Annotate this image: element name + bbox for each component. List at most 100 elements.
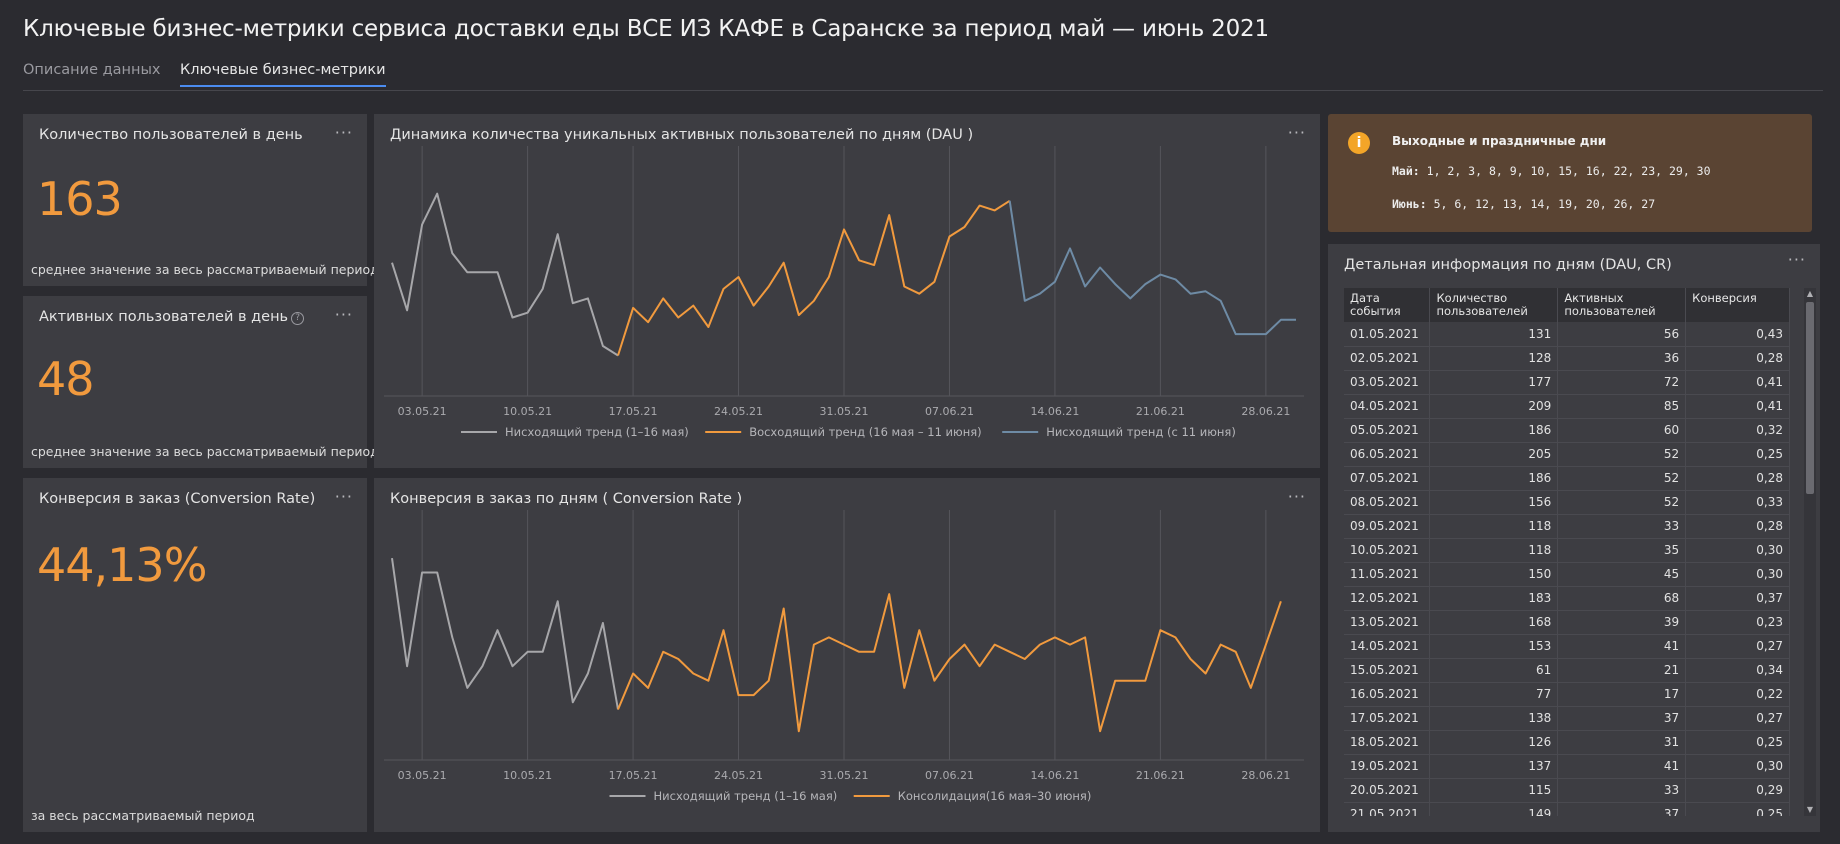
cell-conversion: 0,27 bbox=[1685, 706, 1790, 731]
cell-active: 41 bbox=[1557, 634, 1687, 659]
cell-conversion: 0,41 bbox=[1685, 394, 1790, 419]
table-row[interactable]: 02.05.2021 128 36 0,28 bbox=[1344, 346, 1790, 371]
cell-conversion: 0,29 bbox=[1685, 778, 1790, 803]
kpi-users-value: 163 bbox=[37, 172, 123, 226]
cell-users: 126 bbox=[1429, 730, 1559, 755]
cell-date: 16.05.2021 bbox=[1344, 682, 1431, 707]
cr-chart[interactable]: 03.05.21 10.05.21 17.05.21 24.05.21 31.05.21… bbox=[374, 478, 1320, 832]
x-tick-label: 10.05.21 bbox=[503, 769, 552, 782]
table-row[interactable]: 04.05.2021 209 85 0,41 bbox=[1344, 394, 1790, 419]
cell-conversion: 0,27 bbox=[1685, 634, 1790, 659]
table-row[interactable]: 01.05.2021 131 56 0,43 bbox=[1344, 322, 1790, 347]
table-row[interactable]: 15.05.2021 61 21 0,34 bbox=[1344, 658, 1790, 683]
cell-date: 09.05.2021 bbox=[1344, 514, 1431, 539]
cell-date: 21.05.2021 bbox=[1344, 802, 1431, 816]
dau-chart[interactable]: 03.05.21 10.05.21 17.05.21 24.05.21 31.05.21… bbox=[374, 114, 1320, 468]
more-menu-icon[interactable]: ··· bbox=[335, 487, 353, 506]
cell-conversion: 0,34 bbox=[1685, 658, 1790, 683]
page-title: Ключевые бизнес-метрики сервиса доставки… bbox=[23, 16, 1269, 42]
legend-label-2: Консолидация(16 мая–30 июня) bbox=[898, 789, 1092, 803]
tab-data-description[interactable]: Описание данных bbox=[23, 62, 161, 85]
table-row[interactable]: 12.05.2021 183 68 0,37 bbox=[1344, 586, 1790, 611]
legend-label-1: Нисходящий тренд (1–16 мая) bbox=[505, 425, 689, 439]
table-row[interactable]: 08.05.2021 156 52 0,33 bbox=[1344, 490, 1790, 515]
cell-date: 01.05.2021 bbox=[1344, 322, 1431, 347]
col-date[interactable]: Дата события bbox=[1344, 288, 1431, 322]
table-row[interactable]: 05.05.2021 186 60 0,32 bbox=[1344, 418, 1790, 443]
scroll-thumb[interactable] bbox=[1806, 302, 1814, 494]
col-active[interactable]: Активных пользователей bbox=[1557, 288, 1687, 322]
more-menu-icon[interactable]: ··· bbox=[335, 123, 353, 142]
cell-date: 17.05.2021 bbox=[1344, 706, 1431, 731]
cell-active: 17 bbox=[1557, 682, 1687, 707]
cell-active: 36 bbox=[1557, 346, 1687, 371]
table-row[interactable]: 21.05.2021 149 37 0,25 bbox=[1344, 802, 1790, 816]
cell-date: 08.05.2021 bbox=[1344, 490, 1431, 515]
table-row[interactable]: 03.05.2021 177 72 0,41 bbox=[1344, 370, 1790, 395]
x-tick-label: 21.06.21 bbox=[1136, 405, 1185, 418]
cell-conversion: 0,30 bbox=[1685, 538, 1790, 563]
table-row[interactable]: 10.05.2021 118 35 0,30 bbox=[1344, 538, 1790, 563]
cell-users: 61 bbox=[1429, 658, 1559, 683]
table-row[interactable]: 19.05.2021 137 41 0,30 bbox=[1344, 754, 1790, 779]
note-may-days: 1, 2, 3, 8, 9, 10, 15, 16, 22, 23, 29, 3… bbox=[1426, 164, 1711, 178]
cell-users: 128 bbox=[1429, 346, 1559, 371]
cell-users: 186 bbox=[1429, 418, 1559, 443]
x-tick-label: 24.05.21 bbox=[714, 769, 763, 782]
info-icon: i bbox=[1348, 132, 1370, 154]
cell-date: 02.05.2021 bbox=[1344, 346, 1431, 371]
cell-active: 33 bbox=[1557, 514, 1687, 539]
table-row[interactable]: 11.05.2021 150 45 0,30 bbox=[1344, 562, 1790, 587]
kpi-active-value: 48 bbox=[37, 352, 95, 406]
cell-conversion: 0,33 bbox=[1685, 490, 1790, 515]
cell-users: 156 bbox=[1429, 490, 1559, 515]
note-may: Май: 1, 2, 3, 8, 9, 10, 15, 16, 22, 23, … bbox=[1392, 164, 1711, 178]
table-viewport[interactable]: Дата события Количество пользователей Ак… bbox=[1344, 288, 1799, 816]
table-scrollbar[interactable]: ▲ ▼ bbox=[1804, 288, 1816, 816]
table-row[interactable]: 17.05.2021 138 37 0,27 bbox=[1344, 706, 1790, 731]
table-row[interactable]: 06.05.2021 205 52 0,25 bbox=[1344, 442, 1790, 467]
cell-date: 05.05.2021 bbox=[1344, 418, 1431, 443]
note-june-label: Июнь: bbox=[1392, 197, 1427, 211]
help-icon[interactable]: ? bbox=[291, 312, 305, 325]
x-tick-label: 21.06.21 bbox=[1136, 769, 1185, 782]
cell-date: 13.05.2021 bbox=[1344, 610, 1431, 635]
cell-date: 03.05.2021 bbox=[1344, 370, 1431, 395]
cell-active: 72 bbox=[1557, 370, 1687, 395]
kpi-users-subtitle: среднее значение за весь рассматриваемый… bbox=[31, 262, 379, 277]
x-tick-label: 07.06.21 bbox=[925, 405, 974, 418]
scroll-up-icon[interactable]: ▲ bbox=[1804, 288, 1816, 300]
cell-active: 33 bbox=[1557, 778, 1687, 803]
col-users[interactable]: Количество пользователей bbox=[1429, 288, 1559, 322]
cell-conversion: 0,22 bbox=[1685, 682, 1790, 707]
table-row[interactable]: 07.05.2021 186 52 0,28 bbox=[1344, 466, 1790, 491]
x-tick-label: 14.06.21 bbox=[1030, 405, 1079, 418]
tab-key-metrics[interactable]: Ключевые бизнес-метрики bbox=[180, 62, 386, 87]
cell-conversion: 0,30 bbox=[1685, 562, 1790, 587]
col-conversion[interactable]: Конверсия bbox=[1685, 288, 1790, 322]
more-menu-icon[interactable]: ··· bbox=[1788, 250, 1806, 269]
table-row[interactable]: 09.05.2021 118 33 0,28 bbox=[1344, 514, 1790, 539]
table-row[interactable]: 13.05.2021 168 39 0,23 bbox=[1344, 610, 1790, 635]
kpi-users-panel: Количество пользователей в день ··· 163 … bbox=[23, 114, 379, 286]
cell-active: 39 bbox=[1557, 610, 1687, 635]
cell-conversion: 0,41 bbox=[1685, 370, 1790, 395]
table-row[interactable]: 18.05.2021 126 31 0,25 bbox=[1344, 730, 1790, 755]
detail-table-panel: Детальная информация по дням (DAU, CR) ·… bbox=[1328, 244, 1820, 832]
note-may-label: Май: bbox=[1392, 164, 1420, 178]
x-tick-label: 03.05.21 bbox=[398, 769, 447, 782]
scroll-down-icon[interactable]: ▼ bbox=[1804, 804, 1816, 816]
more-menu-icon[interactable]: ··· bbox=[335, 305, 353, 324]
series-line-3 bbox=[1008, 200, 1296, 336]
x-tick-label: 07.06.21 bbox=[925, 769, 974, 782]
cell-conversion: 0,28 bbox=[1685, 346, 1790, 371]
table-row[interactable]: 14.05.2021 153 41 0,27 bbox=[1344, 634, 1790, 659]
kpi-conversion-subtitle: за весь рассматриваемый период bbox=[31, 808, 255, 823]
holidays-note: i Выходные и праздничные дни Май: 1, 2, … bbox=[1328, 114, 1812, 232]
cell-active: 56 bbox=[1557, 322, 1687, 347]
table-row[interactable]: 20.05.2021 115 33 0,29 bbox=[1344, 778, 1790, 803]
cell-conversion: 0,43 bbox=[1685, 322, 1790, 347]
detail-table: Дата события Количество пользователей Ак… bbox=[1344, 288, 1790, 816]
cell-conversion: 0,25 bbox=[1685, 442, 1790, 467]
table-row[interactable]: 16.05.2021 77 17 0,22 bbox=[1344, 682, 1790, 707]
